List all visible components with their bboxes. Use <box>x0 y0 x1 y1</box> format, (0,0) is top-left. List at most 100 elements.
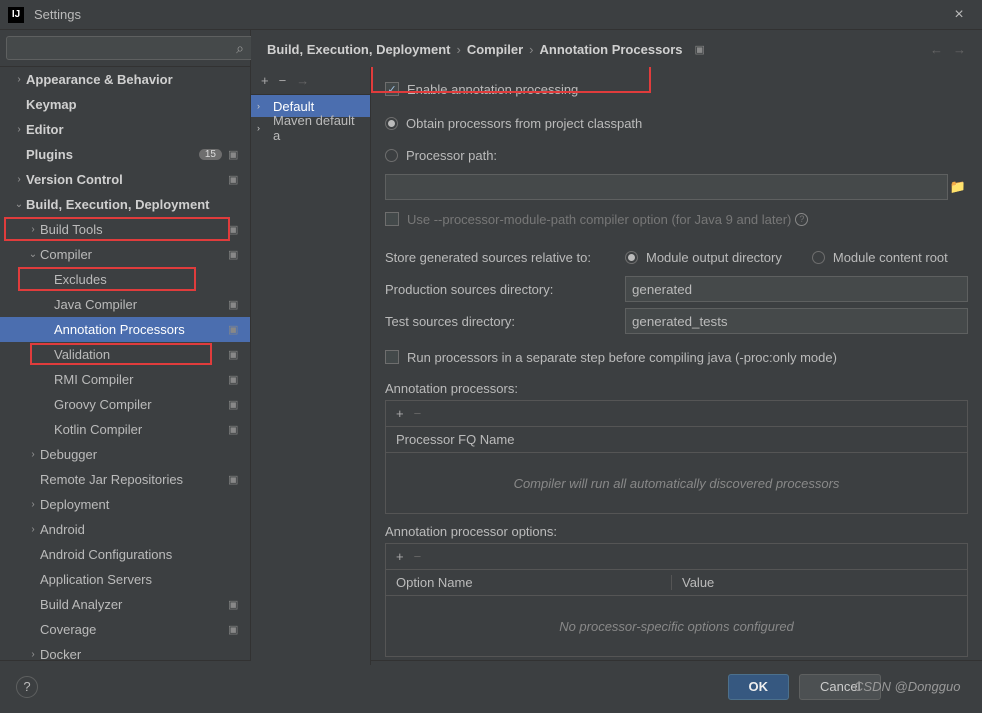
footer: ? OK CancelCSDN @Dongguo Apply <box>0 660 982 712</box>
obtain-row[interactable]: Obtain processors from project classpath <box>385 109 968 137</box>
project-icon: ▣ <box>228 598 242 611</box>
sidebar-item-build-analyzer[interactable]: Build Analyzer▣ <box>0 592 250 617</box>
breadcrumb-c2[interactable]: Compiler <box>467 42 523 57</box>
help-button[interactable]: ? <box>16 676 38 698</box>
remove-icon[interactable]: − <box>279 73 287 88</box>
add-icon[interactable]: + <box>396 549 404 564</box>
folder-icon[interactable]: 📁 <box>948 179 968 195</box>
project-icon: ▣ <box>228 398 242 411</box>
sidebar-item-compiler[interactable]: ⌄Compiler▣ <box>0 242 250 267</box>
nav-forward-icon[interactable]: → <box>953 42 966 57</box>
titlebar: IJ Settings × <box>0 0 982 30</box>
project-icon: ▣ <box>228 173 242 186</box>
sidebar: ⌕ ›Appearance & Behavior Keymap ›Editor … <box>0 30 251 660</box>
prod-dir-label: Production sources directory: <box>385 282 625 297</box>
store-label: Store generated sources relative to: <box>385 250 625 265</box>
project-icon: ▣ <box>228 423 242 436</box>
sidebar-item-docker[interactable]: ›Docker <box>0 642 250 660</box>
move-icon[interactable]: → <box>296 73 309 88</box>
project-icon: ▣ <box>228 373 242 386</box>
sidebar-item-kotlin-compiler[interactable]: Kotlin Compiler▣ <box>0 417 250 442</box>
proc-fq-header: Processor FQ Name <box>396 432 957 447</box>
profile-toolbar: + − → <box>251 67 370 95</box>
module-output-radio[interactable] <box>625 251 638 264</box>
sidebar-item-plugins[interactable]: Plugins15▣ <box>0 142 250 167</box>
test-dir-input[interactable] <box>625 308 968 334</box>
chevron-right-icon: › <box>529 42 533 57</box>
sidebar-item-android-conf[interactable]: Android Configurations <box>0 542 250 567</box>
remove-icon: − <box>414 549 422 564</box>
sidebar-item-android[interactable]: ›Android <box>0 517 250 542</box>
ann-proc-label: Annotation processors: <box>385 381 968 396</box>
prod-dir-input[interactable] <box>625 276 968 302</box>
sidebar-item-debugger[interactable]: ›Debugger <box>0 442 250 467</box>
breadcrumb: Build, Execution, Deployment › Compiler … <box>251 30 982 67</box>
module-path-checkbox <box>385 212 399 226</box>
sidebar-item-coverage[interactable]: Coverage▣ <box>0 617 250 642</box>
window-title: Settings <box>34 7 944 22</box>
breadcrumb-c3: Annotation Processors <box>540 42 683 57</box>
sidebar-item-appearance[interactable]: ›Appearance & Behavior <box>0 67 250 92</box>
module-path-label: Use --processor-module-path compiler opt… <box>407 212 791 227</box>
settings-tree[interactable]: ›Appearance & Behavior Keymap ›Editor Pl… <box>0 67 250 660</box>
enable-row[interactable]: Enable annotation processing <box>385 75 968 103</box>
profile-maven[interactable]: ›Maven default a <box>251 117 370 139</box>
opt-name-header: Option Name <box>396 575 671 590</box>
project-icon: ▣ <box>228 348 242 361</box>
sidebar-item-bed[interactable]: ⌄Build, Execution, Deployment <box>0 192 250 217</box>
chevron-right-icon: › <box>257 123 260 133</box>
sidebar-item-rmi-compiler[interactable]: RMI Compiler▣ <box>0 367 250 392</box>
sidebar-item-editor[interactable]: ›Editor <box>0 117 250 142</box>
options-table: + − Option Name Value No processor-speci… <box>385 543 968 657</box>
chevron-right-icon: › <box>456 42 460 57</box>
content-area: Build, Execution, Deployment › Compiler … <box>251 30 982 660</box>
project-icon: ▣ <box>228 223 242 236</box>
opt-value-header: Value <box>671 575 957 590</box>
sidebar-item-version-control[interactable]: ›Version Control▣ <box>0 167 250 192</box>
test-dir-row: Test sources directory: <box>385 307 968 335</box>
proc-path-label: Processor path: <box>406 148 497 163</box>
add-icon[interactable]: + <box>396 406 404 421</box>
obtain-label: Obtain processors from project classpath <box>406 116 642 131</box>
project-icon: ▣ <box>228 248 242 261</box>
proc-path-radio[interactable] <box>385 149 398 162</box>
module-output-label: Module output directory <box>646 250 782 265</box>
sidebar-item-excludes[interactable]: Excludes <box>0 267 250 292</box>
sidebar-item-groovy-compiler[interactable]: Groovy Compiler▣ <box>0 392 250 417</box>
proc-path-row[interactable]: Processor path: <box>385 141 968 169</box>
store-row: Store generated sources relative to: Mod… <box>385 243 968 271</box>
enable-checkbox[interactable] <box>385 82 399 96</box>
project-icon: ▣ <box>228 323 242 336</box>
nav-back-icon[interactable]: ← <box>930 42 943 57</box>
add-icon[interactable]: + <box>261 73 269 88</box>
sidebar-item-app-servers[interactable]: Application Servers <box>0 567 250 592</box>
sidebar-item-validation[interactable]: Validation▣ <box>0 342 250 367</box>
project-icon: ▣ <box>695 43 705 56</box>
sidebar-item-build-tools[interactable]: ›Build Tools▣ <box>0 217 250 242</box>
chevron-right-icon: › <box>257 101 260 111</box>
cancel-button[interactable]: CancelCSDN @Dongguo <box>799 674 881 700</box>
run-separate-checkbox[interactable] <box>385 350 399 364</box>
prod-dir-row: Production sources directory: <box>385 275 968 303</box>
proc-path-input[interactable] <box>385 174 948 200</box>
project-icon: ▣ <box>228 148 242 161</box>
help-icon[interactable]: ? <box>795 213 808 226</box>
sidebar-item-deployment[interactable]: ›Deployment <box>0 492 250 517</box>
breadcrumb-c1[interactable]: Build, Execution, Deployment <box>267 42 450 57</box>
search-bar: ⌕ <box>0 30 250 67</box>
sidebar-item-remote-jar[interactable]: Remote Jar Repositories▣ <box>0 467 250 492</box>
app-logo-icon: IJ <box>8 7 24 23</box>
close-icon[interactable]: × <box>944 6 974 24</box>
search-input[interactable] <box>6 36 258 60</box>
project-icon: ▣ <box>228 298 242 311</box>
ok-button[interactable]: OK <box>728 674 790 700</box>
sidebar-item-java-compiler[interactable]: Java Compiler▣ <box>0 292 250 317</box>
module-content-label: Module content root <box>833 250 948 265</box>
obtain-radio[interactable] <box>385 117 398 130</box>
test-dir-label: Test sources directory: <box>385 314 625 329</box>
sidebar-item-keymap[interactable]: Keymap <box>0 92 250 117</box>
run-separate-row[interactable]: Run processors in a separate step before… <box>385 343 968 371</box>
sidebar-item-annotation-processors[interactable]: Annotation Processors▣ <box>0 317 250 342</box>
form-panel: Enable annotation processing Obtain proc… <box>371 67 982 665</box>
module-content-radio[interactable] <box>812 251 825 264</box>
